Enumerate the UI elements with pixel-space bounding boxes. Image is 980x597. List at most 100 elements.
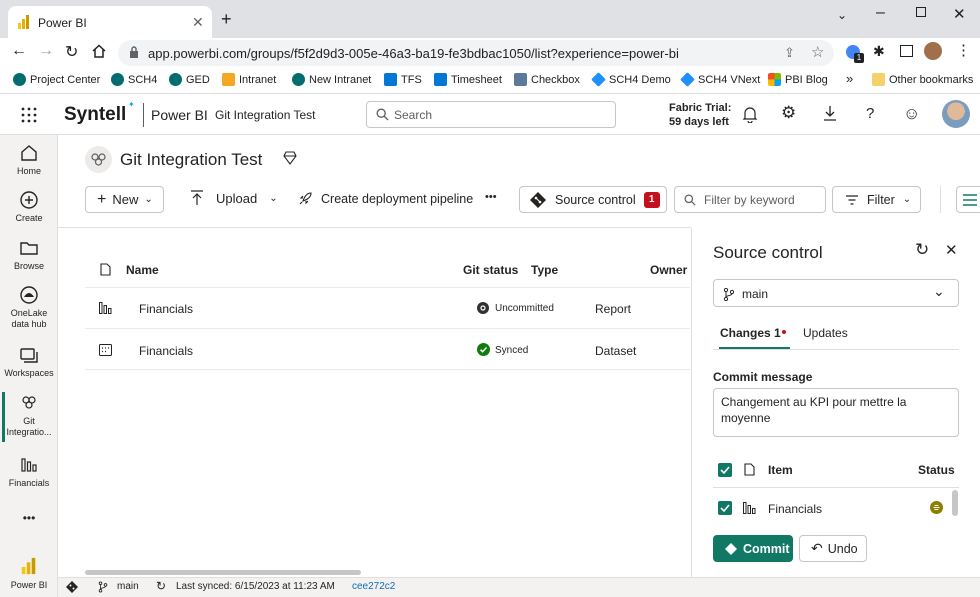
forward-icon[interactable]: → bbox=[38, 42, 54, 60]
item-name[interactable]: Financials bbox=[139, 344, 193, 358]
bookmark-star-icon[interactable]: ☆ bbox=[811, 43, 824, 61]
column-name[interactable]: Name bbox=[126, 263, 159, 277]
premium-diamond-icon[interactable] bbox=[283, 151, 297, 165]
sidepanel-icon[interactable] bbox=[900, 45, 913, 57]
file-type-icon bbox=[100, 263, 111, 276]
header-divider bbox=[143, 103, 144, 127]
share-icon[interactable]: ⇪ bbox=[784, 45, 795, 61]
close-pane-icon[interactable]: ✕ bbox=[945, 241, 958, 259]
column-owner[interactable]: Owner bbox=[650, 263, 687, 277]
table-header: Name Git status Type Owner bbox=[85, 249, 690, 288]
change-item-row[interactable]: Financials bbox=[713, 496, 959, 522]
tab-changes[interactable]: Changes 1 bbox=[720, 326, 781, 340]
bell-icon[interactable] bbox=[742, 106, 758, 123]
item-name[interactable]: Financials bbox=[139, 302, 193, 316]
nav-browse-label: Browse bbox=[13, 261, 44, 271]
workspace-icon bbox=[85, 146, 112, 173]
git-diamond-icon bbox=[530, 191, 546, 208]
folder-icon bbox=[872, 73, 885, 86]
tab-search-chevron-icon[interactable]: ⌄ bbox=[837, 8, 847, 22]
close-window-icon[interactable]: ✕ bbox=[953, 5, 966, 23]
commit-hash-link[interactable]: cee272c2 bbox=[352, 581, 395, 592]
table-row[interactable]: Financials Uncommitted Report bbox=[85, 288, 690, 329]
lock-icon[interactable] bbox=[129, 46, 139, 59]
minimize-icon[interactable]: – bbox=[876, 4, 885, 22]
browser-menu-icon[interactable]: ⋮ bbox=[956, 41, 971, 59]
tab-close-icon[interactable]: ✕ bbox=[192, 14, 204, 31]
trial-line-1[interactable]: Fabric Trial: bbox=[669, 102, 731, 114]
toolbar-bottom-divider bbox=[58, 227, 691, 228]
reload-icon[interactable]: ↻ bbox=[65, 42, 78, 62]
url-text: app.powerbi.com/groups/f5f2d9d3-005e-46a… bbox=[148, 46, 679, 61]
profile-avatar[interactable] bbox=[924, 42, 942, 60]
refresh-icon[interactable]: ↻ bbox=[915, 240, 929, 260]
item-checkbox[interactable] bbox=[718, 501, 732, 515]
report-bars-icon bbox=[21, 458, 37, 472]
address-bar[interactable]: app.powerbi.com/groups/f5f2d9d3-005e-46a… bbox=[118, 40, 834, 66]
bookmark-item[interactable]: SCH4 Demo bbox=[591, 72, 671, 87]
bookmark-item[interactable]: PBI Blog bbox=[768, 73, 828, 86]
bookmark-item[interactable]: Project Center bbox=[13, 73, 100, 86]
app-launcher-icon[interactable] bbox=[21, 107, 37, 123]
nav-create[interactable]: Create bbox=[0, 190, 58, 223]
select-all-checkbox[interactable] bbox=[718, 463, 732, 477]
bookmark-item[interactable]: GED bbox=[169, 73, 210, 86]
status-branch[interactable]: main bbox=[117, 581, 139, 592]
horizontal-scrollbar[interactable] bbox=[85, 570, 361, 575]
nav-browse[interactable]: Browse bbox=[0, 238, 58, 271]
nav-more[interactable]: ••• bbox=[0, 511, 58, 525]
bookmark-item[interactable]: Intranet bbox=[222, 73, 276, 86]
search-box[interactable]: Search bbox=[366, 101, 616, 128]
product-name[interactable]: Power BI bbox=[151, 107, 208, 123]
nav-home[interactable]: Home bbox=[0, 143, 58, 176]
pane-scrollbar[interactable] bbox=[952, 490, 958, 516]
feedback-smiley-icon[interactable]: ☺ bbox=[903, 104, 920, 124]
column-type[interactable]: Type bbox=[531, 263, 558, 277]
branch-dropdown[interactable]: main ⌄ bbox=[713, 279, 959, 307]
browser-tab[interactable]: Power BI ✕ bbox=[8, 6, 212, 38]
bookmark-item[interactable]: SCH4 bbox=[111, 73, 157, 86]
back-icon[interactable]: ← bbox=[11, 42, 27, 60]
commit-button[interactable]: Commit bbox=[713, 535, 793, 562]
download-icon[interactable] bbox=[823, 105, 837, 121]
nav-onelake[interactable]: OneLake data hub bbox=[0, 285, 58, 330]
upload-button[interactable]: Upload ⌄ bbox=[190, 190, 278, 206]
other-bookmarks[interactable]: Other bookmarks bbox=[872, 73, 973, 86]
more-actions-button[interactable]: ••• bbox=[485, 191, 497, 203]
gear-icon[interactable]: ⚙ bbox=[781, 103, 796, 123]
breadcrumb-workspace[interactable]: Git Integration Test bbox=[215, 108, 316, 122]
bookmark-item[interactable]: New Intranet bbox=[292, 73, 371, 86]
undo-button[interactable]: ↶ Undo bbox=[799, 535, 867, 562]
nav-workspaces[interactable]: Workspaces bbox=[0, 345, 58, 378]
nav-financials[interactable]: Financials bbox=[0, 455, 58, 488]
maximize-icon[interactable] bbox=[916, 7, 926, 17]
nav-powerbi[interactable]: Power BI bbox=[0, 555, 58, 590]
create-pipeline-button[interactable]: Create deployment pipeline bbox=[298, 191, 473, 206]
workspaces-icon bbox=[20, 348, 38, 363]
commit-message-input[interactable]: Changement au KPI pour mettre la moyenne bbox=[713, 388, 959, 437]
source-control-button[interactable]: Source control 1 bbox=[519, 186, 667, 213]
bookmark-item[interactable]: Checkbox bbox=[514, 73, 580, 86]
sharepoint-icon bbox=[169, 73, 182, 86]
new-button[interactable]: + New ⌄ bbox=[85, 186, 164, 213]
filter-input[interactable]: Filter by keyword bbox=[674, 186, 826, 213]
bookmarks-overflow[interactable]: » bbox=[846, 71, 853, 86]
tab-updates[interactable]: Updates bbox=[803, 326, 848, 340]
bookmark-item[interactable]: TFS bbox=[384, 73, 422, 86]
bookmark-item[interactable]: SCH4 VNext bbox=[680, 72, 760, 87]
help-icon[interactable]: ? bbox=[866, 105, 874, 122]
puzzle-icon[interactable]: ✱ bbox=[873, 43, 885, 60]
checkbox-icon bbox=[514, 73, 527, 86]
list-view-button[interactable] bbox=[956, 186, 980, 213]
table-row[interactable]: Financials Synced Dataset bbox=[85, 329, 690, 370]
column-git-status[interactable]: Git status bbox=[463, 263, 518, 277]
trial-line-2[interactable]: 59 days left bbox=[669, 116, 729, 128]
nav-git-integration[interactable]: Git Integratio... bbox=[0, 393, 58, 438]
brand-logo[interactable]: Syntell bbox=[64, 104, 126, 126]
filter-button[interactable]: Filter ⌄ bbox=[832, 186, 921, 213]
new-tab-icon[interactable]: + bbox=[221, 9, 232, 30]
user-avatar[interactable] bbox=[942, 100, 970, 128]
home-icon[interactable] bbox=[92, 44, 106, 58]
column-status: Status bbox=[918, 463, 955, 477]
bookmark-item[interactable]: Timesheet bbox=[434, 73, 502, 86]
